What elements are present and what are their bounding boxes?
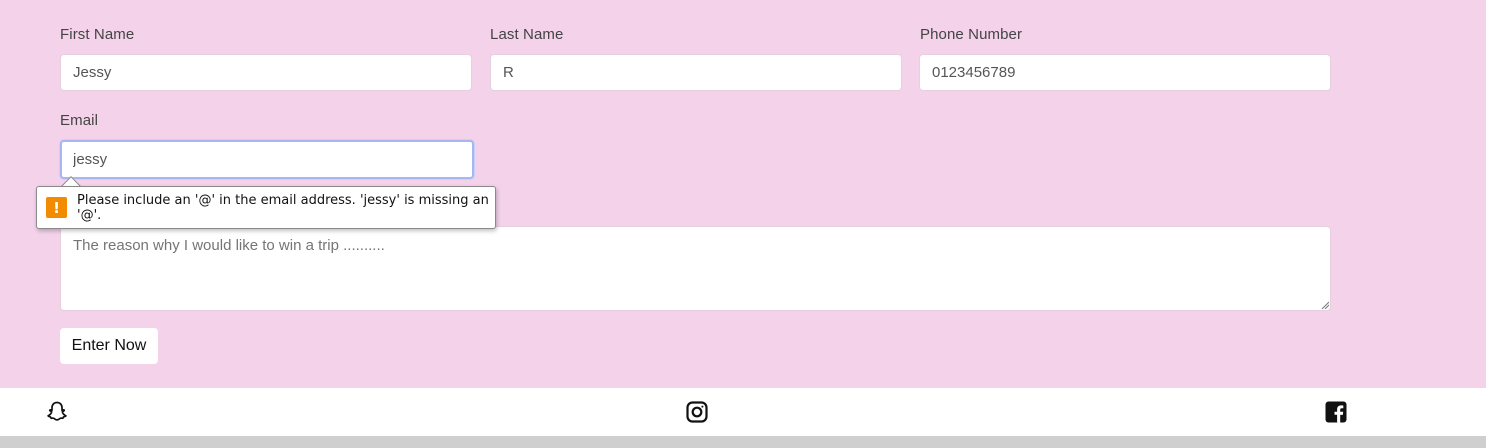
enter-now-button[interactable]: Enter Now	[60, 328, 158, 364]
first-name-input[interactable]	[60, 54, 472, 91]
warning-icon: !	[46, 197, 67, 218]
first-name-label: First Name	[60, 26, 135, 43]
phone-number-input[interactable]	[919, 54, 1331, 91]
footer	[0, 388, 1486, 436]
resize-grip-icon[interactable]	[1321, 301, 1329, 309]
email-input[interactable]	[60, 140, 474, 179]
facebook-icon[interactable]	[1323, 399, 1349, 425]
snapchat-icon[interactable]	[44, 399, 70, 425]
email-validation-tooltip: ! Please include an '@' in the email add…	[36, 186, 496, 229]
email-label: Email	[60, 112, 99, 129]
message-textarea[interactable]	[60, 226, 1331, 311]
instagram-icon[interactable]	[684, 399, 710, 425]
last-name-label: Last Name	[490, 26, 564, 43]
last-name-input[interactable]	[490, 54, 902, 91]
phone-number-label: Phone Number	[920, 26, 1023, 43]
validation-message: Please include an '@' in the email addre…	[77, 192, 489, 223]
